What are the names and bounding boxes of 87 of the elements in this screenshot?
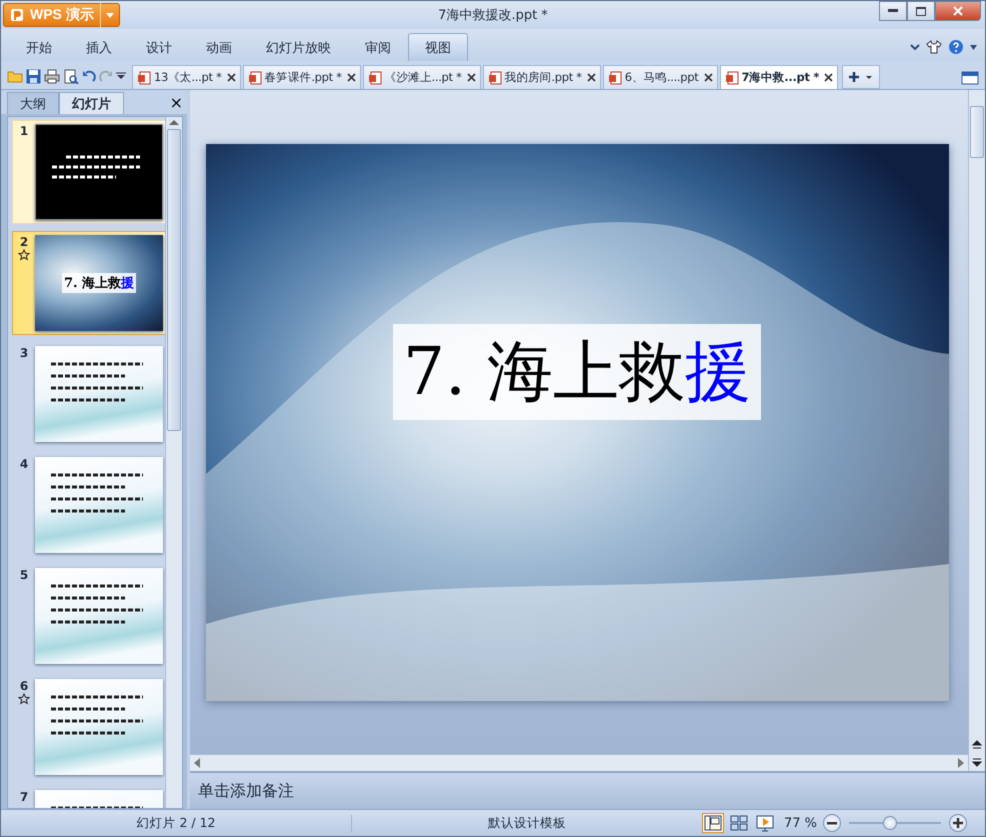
notes-placeholder[interactable]: 单击添加备注 (198, 780, 294, 802)
slide-number: 5 (20, 568, 28, 582)
thumbnail-title: 7. 海上救援 (62, 273, 136, 293)
slide-number: 6 (20, 679, 28, 693)
view-icon (756, 814, 774, 832)
undo-icon[interactable] (82, 69, 96, 83)
slide-number: 2 (20, 235, 28, 249)
slide-number: 7 (20, 790, 28, 804)
view-icon (704, 814, 722, 832)
shirt-icon[interactable] (926, 40, 942, 54)
slide-list-item[interactable]: 1 (12, 120, 165, 224)
view-icon (730, 814, 748, 832)
close-icon[interactable] (704, 73, 712, 82)
close-panel-button[interactable]: × (170, 92, 183, 112)
slide-list-item[interactable]: 6 (12, 675, 165, 779)
slider-thumb[interactable] (883, 816, 898, 830)
ribbon-tab[interactable]: 幻灯片放映 (249, 33, 348, 61)
presentation-file-icon (248, 70, 262, 84)
slide-list-item[interactable]: 3 (12, 342, 165, 446)
save-icon[interactable] (26, 68, 41, 84)
slide-list-item[interactable]: 5 (12, 564, 165, 668)
star-icon (18, 693, 30, 705)
presentation-file-icon (608, 70, 622, 84)
minimize-icon (888, 9, 898, 13)
new-tab-button[interactable] (842, 65, 880, 89)
view-button[interactable] (702, 813, 724, 833)
ribbon-tab[interactable]: 视图 (408, 33, 468, 61)
ribbon-tab[interactable]: 插入 (69, 33, 129, 61)
app-logo-icon (10, 8, 24, 22)
document-tab[interactable]: 7海中救...pt * (720, 65, 838, 89)
zoom-out-button[interactable] (823, 814, 842, 832)
slide-list-item[interactable]: 4 (12, 453, 165, 557)
ribbon-tab[interactable]: 开始 (9, 33, 69, 61)
presentation-file-icon (137, 70, 151, 84)
ribbon-tab[interactable]: 审阅 (348, 33, 408, 61)
minimize-button[interactable] (879, 1, 907, 21)
plus-icon (849, 71, 874, 83)
close-icon[interactable] (466, 73, 476, 82)
view-button[interactable] (728, 813, 750, 833)
slide-counter: 幻灯片 2 / 12 (136, 814, 216, 830)
star-icon (18, 249, 30, 261)
scroll-up-icon[interactable] (169, 117, 179, 127)
maximize-icon (916, 6, 926, 16)
document-tab[interactable]: 我的房间.ppt * (482, 65, 601, 89)
close-icon[interactable] (226, 73, 236, 82)
document-tab[interactable]: 6、马鸣....ppt (602, 65, 718, 89)
chevron-down-icon[interactable] (910, 44, 920, 50)
presentation-file-icon (368, 70, 382, 84)
panel-tab[interactable]: 大纲 (7, 92, 59, 114)
close-button[interactable] (935, 1, 981, 21)
close-icon (953, 6, 963, 16)
presentation-file-icon (488, 70, 502, 84)
scroll-left-icon[interactable] (194, 758, 200, 768)
panel-tab[interactable]: 幻灯片 (59, 92, 124, 114)
slide-number: 1 (20, 124, 28, 138)
plus-icon (953, 818, 964, 828)
template-name: 默认设计模板 (488, 814, 566, 830)
help-icon[interactable] (948, 39, 964, 55)
document-tab[interactable]: 《沙滩上...pt * (362, 65, 481, 89)
caret-icon (106, 12, 114, 18)
scrollbar-thumb[interactable] (167, 129, 181, 431)
document-tab[interactable]: 13《太...pt * (132, 65, 241, 89)
close-icon[interactable] (586, 73, 596, 82)
printer-icon[interactable] (44, 68, 60, 84)
scroll-right-icon[interactable] (958, 758, 964, 768)
close-icon[interactable] (346, 73, 356, 82)
ribbon-tab[interactable]: 动画 (189, 33, 249, 61)
zoom-in-button[interactable] (949, 814, 968, 832)
window-list-icon[interactable] (961, 71, 979, 85)
slide-title: 7. 海上救援 (393, 324, 761, 420)
slide-number: 3 (20, 346, 28, 360)
zoom-level: 77 % (784, 816, 818, 830)
view-button[interactable] (754, 813, 776, 833)
window-title: 7海中救援改.ppt * (438, 8, 548, 23)
document-tab[interactable]: 春笋课件.ppt * (242, 65, 361, 89)
print-preview-icon[interactable] (63, 68, 79, 84)
presentation-file-icon (724, 70, 738, 84)
caret-icon[interactable] (970, 44, 977, 50)
ribbon-tab[interactable]: 设计 (129, 33, 189, 61)
maximize-button[interactable] (907, 1, 935, 21)
caret-icon[interactable] (116, 72, 126, 80)
slide-list-item[interactable]: 7 (12, 786, 165, 808)
slide-list-item[interactable]: 2 7. 海上救援 (12, 231, 165, 335)
scrollbar-thumb[interactable] (970, 106, 984, 158)
minus-icon (827, 822, 838, 824)
close-icon[interactable] (824, 73, 834, 82)
slide-number: 4 (20, 457, 28, 471)
